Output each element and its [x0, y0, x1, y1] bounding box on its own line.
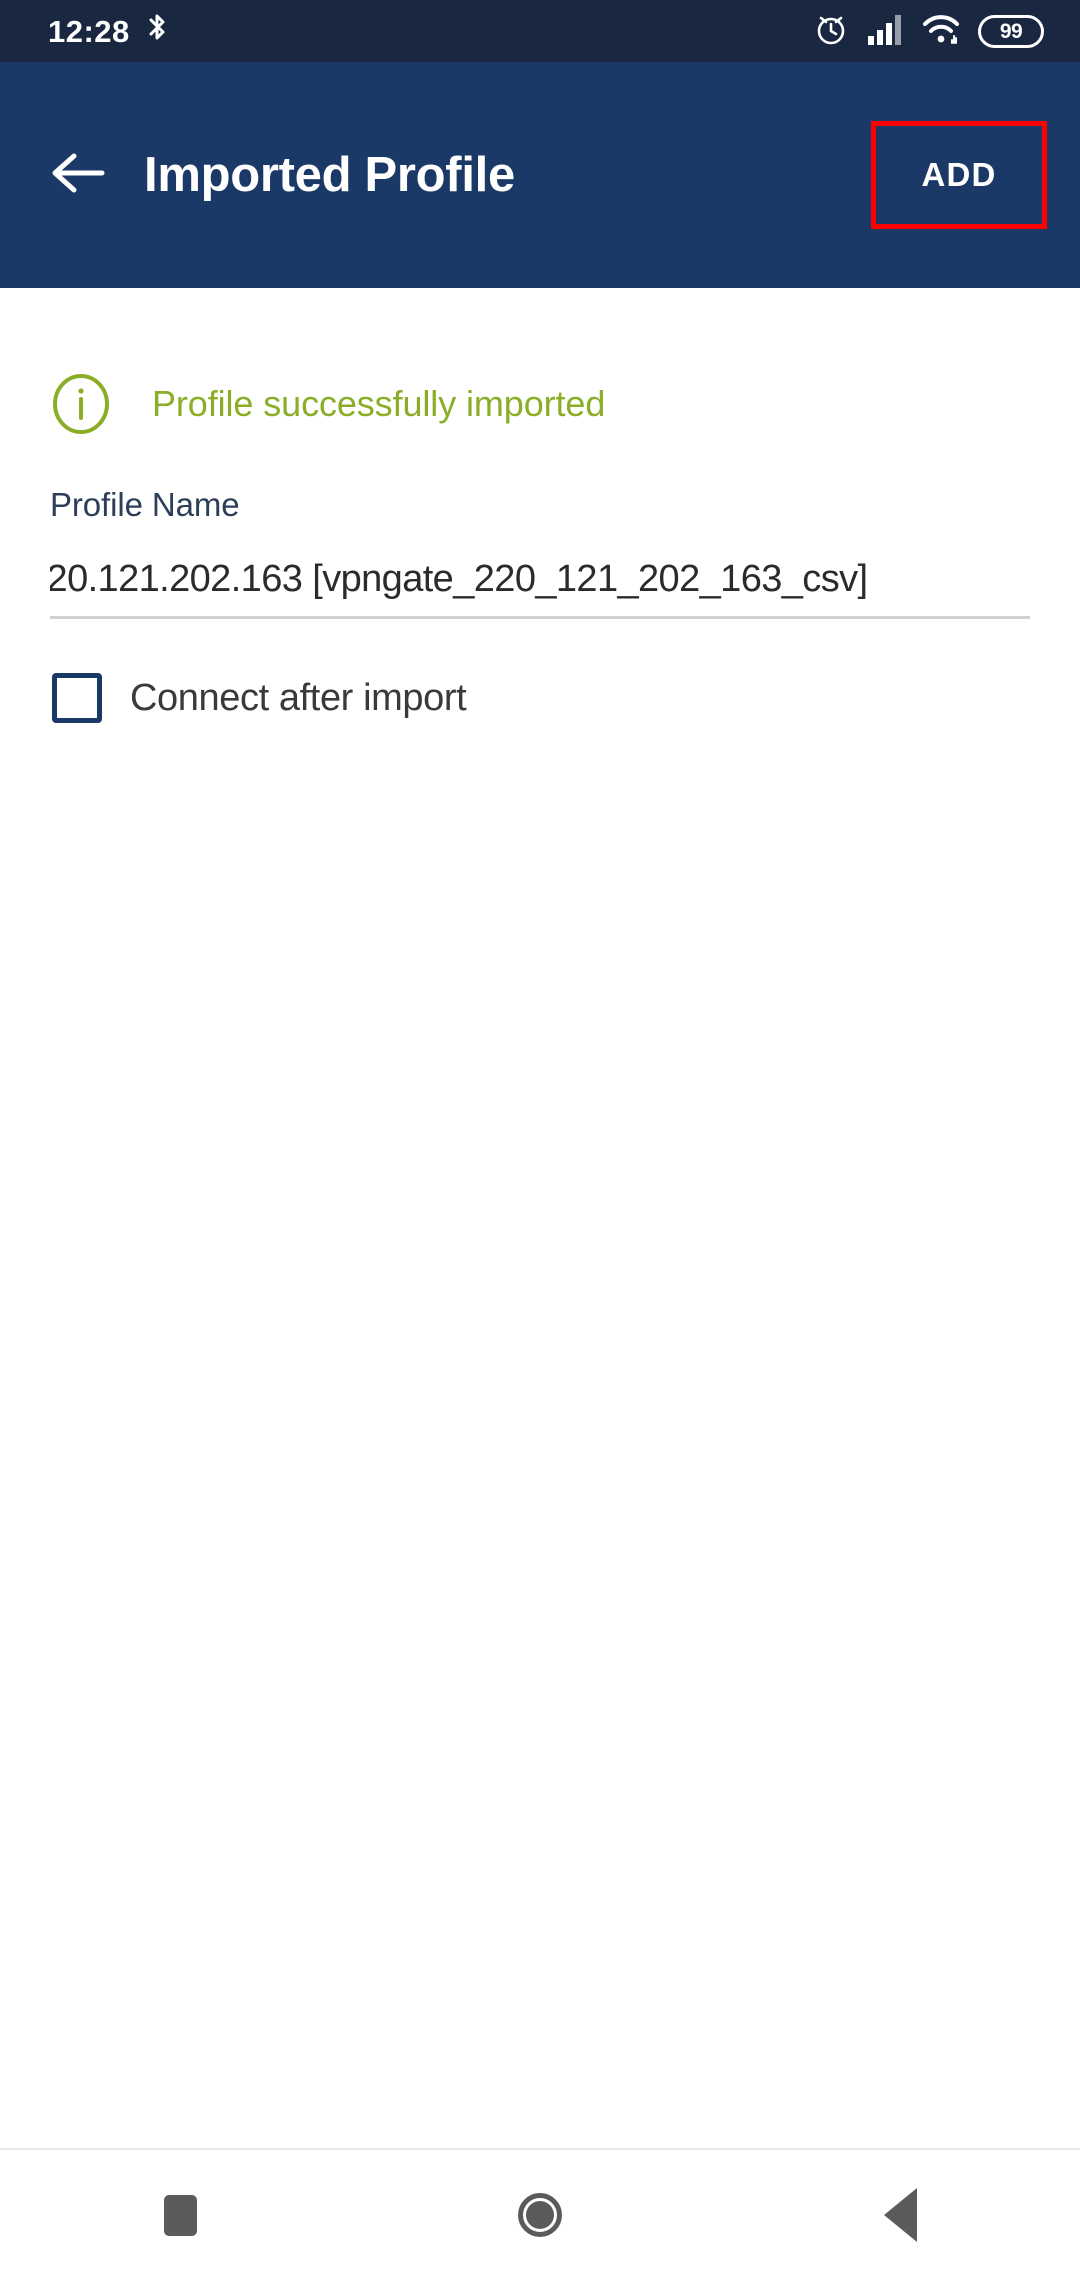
- battery-icon: 99: [978, 14, 1044, 48]
- import-status-banner: Profile successfully imported: [0, 366, 1080, 442]
- profile-name-label: Profile Name: [50, 486, 240, 523]
- back-arrow-icon: [50, 151, 106, 200]
- circle-home-icon: [518, 2193, 562, 2237]
- profile-name-input[interactable]: [50, 546, 1030, 612]
- nav-recents-button[interactable]: [0, 2150, 360, 2280]
- connect-after-import-checkbox[interactable]: [52, 673, 102, 723]
- nav-home-button[interactable]: [360, 2150, 720, 2280]
- connect-after-import-label: Connect after import: [130, 676, 467, 719]
- android-nav-bar: [0, 2150, 1080, 2280]
- bluetooth-icon: [144, 12, 170, 51]
- status-clock: 12:28: [48, 13, 130, 49]
- wifi-icon: [921, 12, 961, 51]
- back-button[interactable]: [40, 137, 116, 213]
- cellular-signal-icon: [866, 12, 904, 51]
- triangle-back-icon: [883, 2188, 917, 2242]
- status-bar-right: 99: [813, 11, 1044, 52]
- import-status-text: Profile successfully imported: [152, 383, 606, 424]
- main-content: Profile successfully imported Profile Na…: [0, 288, 1080, 2148]
- profile-name-field-block: Profile Name: [0, 486, 1080, 619]
- nav-back-button[interactable]: [720, 2150, 1080, 2280]
- app-bar: Imported Profile ADD: [0, 62, 1080, 288]
- battery-level: 99: [999, 19, 1023, 43]
- connect-after-import-row[interactable]: Connect after import: [0, 667, 467, 729]
- square-recents-icon: [163, 2194, 197, 2236]
- status-bar-left: 12:28: [48, 12, 170, 51]
- profile-name-input-wrapper[interactable]: [50, 546, 1030, 619]
- info-circle-icon: [50, 373, 112, 435]
- add-button-wrapper: ADD: [871, 121, 1047, 229]
- page-title: Imported Profile: [144, 148, 515, 202]
- alarm-clock-icon: [813, 11, 849, 52]
- app-screen: 12:28 99 Imported Profile ADD Profile su…: [0, 0, 1080, 2280]
- add-button[interactable]: ADD: [871, 121, 1047, 229]
- status-bar: 12:28 99: [0, 0, 1080, 62]
